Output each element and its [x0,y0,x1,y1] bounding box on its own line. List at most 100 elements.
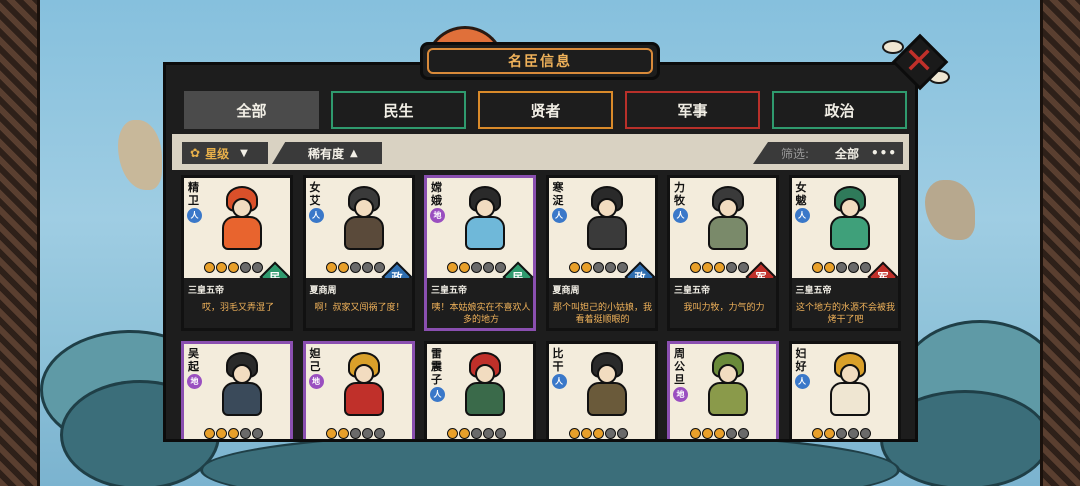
star-icon [835,428,847,439]
minister-card[interactable]: 寒浞人政夏商周那个叫妲己的小姑娘，我看着挺顺眼的 [545,175,658,331]
star-icon [726,262,737,273]
rank-badge: 人 [187,208,202,223]
star-icon [337,428,349,439]
rank-badge: 人 [794,374,810,389]
minister-name: 寒浞 [552,181,564,207]
star-icon [726,428,737,439]
card-info-box: 夏商周 那个叫妲己的小姑娘，我看着挺顺眼的 [548,278,655,328]
minister-name: 力牧 [674,181,685,207]
star-icon [483,262,494,273]
star-sort-button[interactable]: ✿ 星级 ▼ [182,142,268,164]
star-icon [204,428,215,439]
rank-badge: 人 [551,374,567,389]
minister-quote: 啊！叔家又闯祸了度！ [314,303,405,313]
caret-down-icon: ▼ [240,147,248,159]
star-icon [592,428,604,439]
star-icon [604,428,616,439]
star-icon [847,262,859,273]
minister-card[interactable]: 吴起地 [181,341,293,439]
star-rating [690,428,749,439]
close-button[interactable]: ✕ [882,33,950,92]
star-icon [702,262,713,273]
era-label: 三皇五帝 [795,286,832,296]
screen-filter-value: 全部 [835,146,860,161]
minister-card[interactable]: 妇好人 [788,341,901,439]
minister-name: 精卫 [188,181,199,207]
star-icon [216,428,227,439]
minister-card[interactable]: 嫦娥地民三皇五帝咦！本姑娘实在不喜欢人多的地方 [424,175,536,331]
star-icon [447,428,458,439]
star-icon [592,262,604,273]
star-rating [325,428,385,439]
rarity-sort-button[interactable]: 稀有度 ▲ [272,142,382,164]
minister-card[interactable]: 雷震子人 [424,341,536,439]
star-icon [495,428,506,439]
screen-filter[interactable]: 筛选: 全部 ••• [753,142,903,164]
star-sort-label: 星级 [205,146,230,161]
more-options-icon[interactable]: ••• [871,146,897,160]
star-rating [204,262,263,273]
era-label: 三皇五帝 [431,286,468,296]
star-rating [447,262,506,273]
filter-bar: ✿ 星级 ▼ 稀有度 ▲ 筛选: 全部 ••• [172,134,909,170]
star-rating [811,262,871,273]
rank-badge: 地 [308,374,324,389]
minister-name: 妇好 [795,347,807,373]
tab-all[interactable]: 全部 [184,91,319,129]
era-label: 三皇五帝 [674,286,711,296]
card-info-box: 三皇五帝 我叫力牧，力气的力 [670,278,776,328]
star-icon [811,428,823,439]
star-icon [714,262,725,273]
tab-livelihood[interactable]: 民生 [331,91,466,129]
tab-politics[interactable]: 政治 [772,91,907,129]
minister-portrait [212,184,272,256]
star-icon [483,428,494,439]
minister-card-grid: 精卫人民三皇五帝哎，羽毛又弄湿了女艾人政夏商周啊！叔家又闯祸了度！嫦娥地民三皇五… [181,175,903,439]
star-rating [690,262,749,273]
rank-badge: 地 [673,387,688,402]
star-icon [228,262,239,273]
star-icon [240,428,251,439]
minister-card[interactable]: 女艾人政夏商周啊！叔家又闯祸了度！ [302,175,415,331]
star-icon [325,262,337,273]
star-icon [447,262,458,273]
star-rating [568,428,628,439]
star-icon [459,262,470,273]
decorative-border-right [1040,0,1080,486]
minister-card[interactable]: 女魃人军三皇五帝这个地方的水源不会被我烤干了吧 [788,175,901,331]
category-tabs: 全部 民生 贤者 军事 政治 [184,91,907,129]
era-label: 夏商周 [309,286,337,296]
star-icon [616,262,628,273]
minister-portrait [212,350,272,422]
rarity-sort-label: 稀有度 [308,146,345,161]
star-icon [604,262,616,273]
minister-card[interactable]: 妲己地 [302,341,415,439]
star-icon [616,428,628,439]
star-icon [373,428,385,439]
caret-up-icon: ▲ [350,147,358,159]
minister-card[interactable]: 周公旦地 [667,341,779,439]
star-icon [252,262,263,273]
tab-military[interactable]: 军事 [625,91,760,129]
tab-sage[interactable]: 贤者 [478,91,613,129]
rank-badge: 人 [794,208,810,223]
page-title: 名臣信息 [508,54,572,70]
minister-name: 吴起 [188,347,199,373]
star-icon [690,262,701,273]
star-icon [823,428,835,439]
star-icon [738,262,749,273]
card-info-box: 夏商周啊！叔家又闯祸了度！ [305,278,412,328]
star-icon [204,262,215,273]
star-icon [859,262,871,273]
minister-quote: 那个叫妲己的小姑娘，我看着挺顺眼的 [552,303,652,325]
close-icon: ✕ [904,41,935,82]
minister-card[interactable]: 比干人 [545,341,658,439]
minister-card[interactable]: 精卫人民三皇五帝哎，羽毛又弄湿了 [181,175,293,331]
rank-badge: 人 [551,208,567,223]
star-icon [702,428,713,439]
minister-portrait [455,184,515,256]
minister-card[interactable]: 力牧人军三皇五帝我叫力牧，力气的力 [667,175,779,331]
screen-filter-label: 筛选: [781,146,810,161]
minister-name: 妲己 [309,347,321,373]
star-icon [252,428,263,439]
